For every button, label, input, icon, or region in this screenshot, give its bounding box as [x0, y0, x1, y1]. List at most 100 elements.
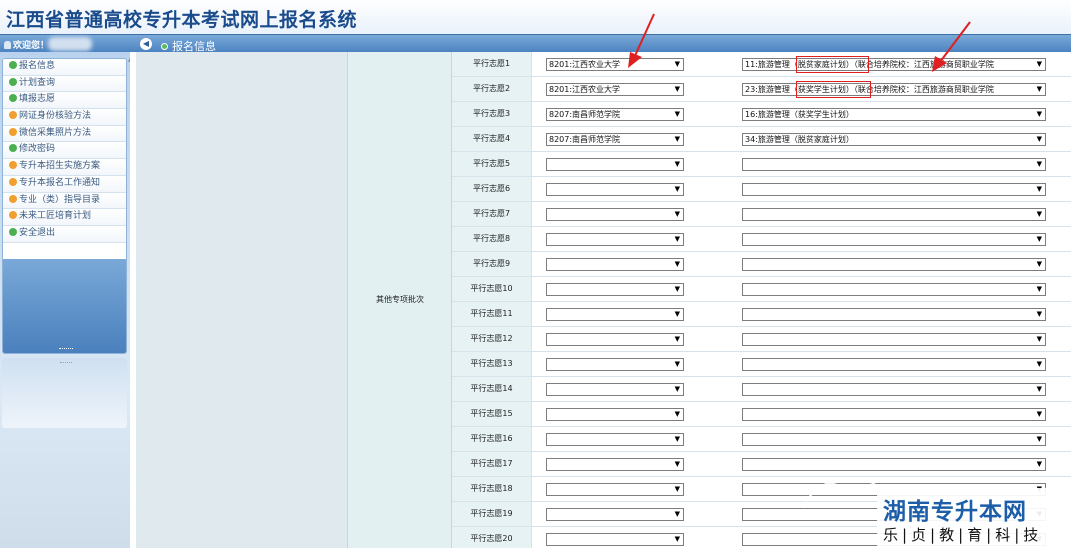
school-select[interactable]: ▼	[546, 258, 684, 271]
choice-label: 平行志愿20	[452, 527, 532, 548]
school-select[interactable]: ▼	[546, 283, 684, 296]
school-select[interactable]: ▼	[546, 208, 684, 221]
major-select[interactable]: ▼	[742, 233, 1046, 246]
major-select[interactable]: ▼	[742, 183, 1046, 196]
dropdown-arrow-icon: ▼	[674, 210, 680, 218]
resize-grip[interactable]	[59, 348, 73, 350]
sidebar-item[interactable]: 网证身份核验方法	[3, 109, 126, 126]
choice-row: 平行志愿6 ▼ ▼	[452, 177, 1071, 202]
major-select[interactable]: ▼	[742, 408, 1046, 421]
school-select[interactable]: ▼	[546, 358, 684, 371]
choice-label: 平行志愿18	[452, 477, 532, 501]
dropdown-arrow-icon: ▼	[1036, 285, 1042, 293]
dropdown-arrow-icon: ▼	[674, 260, 680, 268]
menu-bullet-icon	[9, 94, 17, 103]
sidebar-item[interactable]: 专升本报名工作通知	[3, 175, 126, 193]
choice-row: 平行志愿3 8207:南昌师范学院 ▼ 16:旅游管理（获奖学生计划） ▼	[452, 102, 1071, 127]
school-select[interactable]: 8207:南昌师范学院 ▼	[546, 133, 684, 146]
school-select[interactable]: ▼	[546, 508, 684, 521]
major-select[interactable]: ▼	[742, 308, 1046, 321]
school-select[interactable]: ▼	[546, 233, 684, 246]
sidebar-item[interactable]: 专业（类）指导目录	[3, 192, 126, 210]
sidebar-menu: 报名信息计划查询 填报志愿 网证身份核验方法 微信采集照片方法 修改密码专升本招生实施方…	[2, 58, 127, 354]
school-select[interactable]: 8201:江西农业大学 ▼	[546, 83, 684, 96]
choice-label: 平行志愿10	[452, 277, 532, 301]
choice-label: 平行志愿12	[452, 327, 532, 351]
dropdown-arrow-icon: ▼	[1036, 110, 1042, 118]
sidebar-item[interactable]: 报名信息	[3, 59, 126, 76]
menu-bullet-icon	[9, 211, 17, 220]
choice-row: 平行志愿10 ▼ ▼	[452, 277, 1071, 302]
menu-bullet-icon	[9, 161, 17, 170]
sidebar-item-label: 修改密码	[19, 144, 56, 155]
collapse-sidebar-icon[interactable]: ◀	[140, 38, 152, 50]
page-title: 江西省普通高校专升本考试网上报名系统	[6, 9, 358, 31]
dropdown-arrow-icon: ▼	[674, 135, 680, 143]
major-select[interactable]: ▼	[742, 458, 1046, 471]
sidebar-item[interactable]: 计划查询	[3, 75, 126, 93]
batch-label: 其他专项批次	[376, 295, 424, 304]
sidebar-item[interactable]: 修改密码	[3, 142, 126, 160]
welcome-text: 欢迎您！	[4, 38, 49, 51]
major-select[interactable]: ▼	[742, 158, 1046, 171]
sidebar-item[interactable]: 微信采集照片方法	[3, 125, 126, 143]
school-select[interactable]: ▼	[546, 158, 684, 171]
dropdown-arrow-icon: ▼	[674, 85, 680, 93]
major-select-value: 34:旅游管理（脱贫家庭计划）	[745, 135, 854, 144]
major-select[interactable]: ▼	[742, 258, 1046, 271]
dropdown-arrow-icon: ▼	[674, 60, 680, 68]
choice-label: 平行志愿2	[452, 77, 532, 101]
school-select[interactable]: ▼	[546, 458, 684, 471]
school-select[interactable]: ▼	[546, 533, 684, 546]
menu-bullet-icon	[9, 177, 17, 186]
major-select-value: 16:旅游管理（获奖学生计划）	[745, 110, 854, 119]
sidebar-item[interactable]: 专升本招生实施方案	[3, 159, 126, 176]
school-select[interactable]: ▼	[546, 433, 684, 446]
choices-table: 平行志愿1 8201:江西农业大学 ▼ 11:旅游管理（脱贫家庭计划）（联合培养院校：…	[452, 52, 1071, 548]
major-select[interactable]: 23:旅游管理（获奖学生计划）（联合培养院校：江西旅游商贸职业学院 ▼	[742, 83, 1046, 96]
school-select[interactable]: ▼	[546, 383, 684, 396]
major-select[interactable]: 11:旅游管理（脱贫家庭计划）（联合培养院校：江西旅游商贸职业学院 ▼	[742, 58, 1046, 71]
school-select[interactable]: 8201:江西农业大学 ▼	[546, 58, 684, 71]
sidebar-item[interactable]: 填报志愿	[3, 92, 126, 110]
school-select-value: 8201:江西农业大学	[549, 85, 621, 94]
blurred-username	[48, 37, 92, 51]
school-select[interactable]: ▼	[546, 308, 684, 321]
school-select[interactable]: ▼	[546, 483, 684, 496]
dropdown-arrow-icon: ▼	[1036, 235, 1042, 243]
major-select[interactable]: ▼	[742, 283, 1046, 296]
menu-bullet-icon	[9, 111, 17, 120]
major-select[interactable]: ▼	[742, 358, 1046, 371]
major-select[interactable]: ▼	[742, 208, 1046, 221]
panel-grip[interactable]	[60, 362, 72, 363]
dropdown-arrow-icon: ▼	[674, 510, 680, 518]
school-select-value: 8207:南昌师范学院	[549, 110, 621, 119]
dropdown-arrow-icon: ▼	[674, 360, 680, 368]
sidebar-item[interactable]: 安全退出	[3, 225, 126, 243]
sidebar-item-label: 安全退出	[19, 227, 56, 238]
major-select[interactable]: ▼	[742, 333, 1046, 346]
major-select[interactable]: 16:旅游管理（获奖学生计划） ▼	[742, 108, 1046, 121]
school-select[interactable]: 8207:南昌师范学院 ▼	[546, 108, 684, 121]
dropdown-arrow-icon: ▼	[1036, 385, 1042, 393]
choice-label: 平行志愿11	[452, 302, 532, 326]
dropdown-arrow-icon: ▼	[1036, 60, 1042, 68]
sidebar-item-label: 报名信息	[19, 61, 56, 71]
choice-row: 平行志愿17 ▼ ▼	[452, 452, 1071, 477]
school-select[interactable]: ▼	[546, 408, 684, 421]
menu-bullet-icon	[9, 61, 17, 69]
sidebar-item[interactable]: 未来工匠培育计划	[3, 209, 126, 226]
dropdown-arrow-icon: ▼	[674, 485, 680, 493]
app-window: 江西省普通高校专升本考试网上报名系统 欢迎您！ ◀ 报名信息 报名信息计划查询填…	[0, 0, 1071, 548]
choice-row: 平行志愿12 ▼ ▼	[452, 327, 1071, 352]
choice-row: 平行志愿14 ▼ ▼	[452, 377, 1071, 402]
dropdown-arrow-icon: ▼	[674, 160, 680, 168]
major-select[interactable]: ▼	[742, 383, 1046, 396]
choice-label: 平行志愿1	[452, 52, 532, 76]
school-select[interactable]: ▼	[546, 183, 684, 196]
school-select[interactable]: ▼	[546, 333, 684, 346]
choice-label: 平行志愿14	[452, 377, 532, 401]
dropdown-arrow-icon: ▼	[1036, 460, 1042, 468]
major-select[interactable]: 34:旅游管理（脱贫家庭计划） ▼	[742, 133, 1046, 146]
major-select[interactable]: ▼	[742, 433, 1046, 446]
